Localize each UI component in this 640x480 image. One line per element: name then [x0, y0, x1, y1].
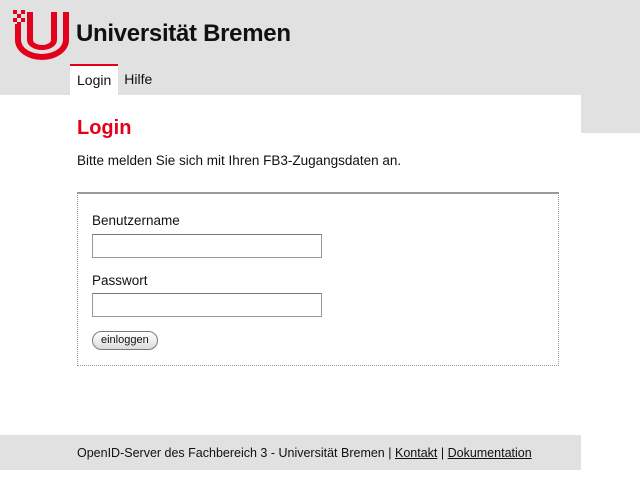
footer-text: OpenID-Server des Fachbereich 3 - Univer… [77, 446, 532, 460]
footer-separator: | [440, 446, 445, 460]
tab-hilfe[interactable]: Hilfe [118, 64, 159, 95]
password-label: Passwort [92, 273, 148, 288]
login-form: Benutzername Passwort einloggen [77, 192, 559, 366]
documentation-link[interactable]: Dokumentation [448, 446, 532, 460]
header-side-extension [581, 95, 640, 133]
footer-separator: | [388, 446, 392, 460]
page-title: Login [77, 117, 132, 139]
site-header: Universität Bremen Login Hilfe [0, 0, 640, 95]
tab-login[interactable]: Login [70, 64, 119, 95]
university-logo-icon[interactable] [13, 10, 71, 60]
brand-title: Universität Bremen [76, 20, 291, 47]
site-footer: OpenID-Server des Fachbereich 3 - Univer… [0, 435, 581, 470]
username-input[interactable] [92, 234, 322, 258]
footer-description: OpenID-Server des Fachbereich 3 - Univer… [77, 446, 385, 460]
intro-text: Bitte melden Sie sich mit Ihren FB3-Zuga… [77, 153, 402, 168]
main-nav: Login Hilfe [70, 64, 159, 95]
main-content: Login Bitte melden Sie sich mit Ihren FB… [0, 95, 581, 435]
username-label: Benutzername [92, 213, 180, 228]
login-button[interactable]: einloggen [92, 331, 158, 350]
contact-link[interactable]: Kontakt [395, 446, 437, 460]
password-input[interactable] [92, 293, 322, 317]
